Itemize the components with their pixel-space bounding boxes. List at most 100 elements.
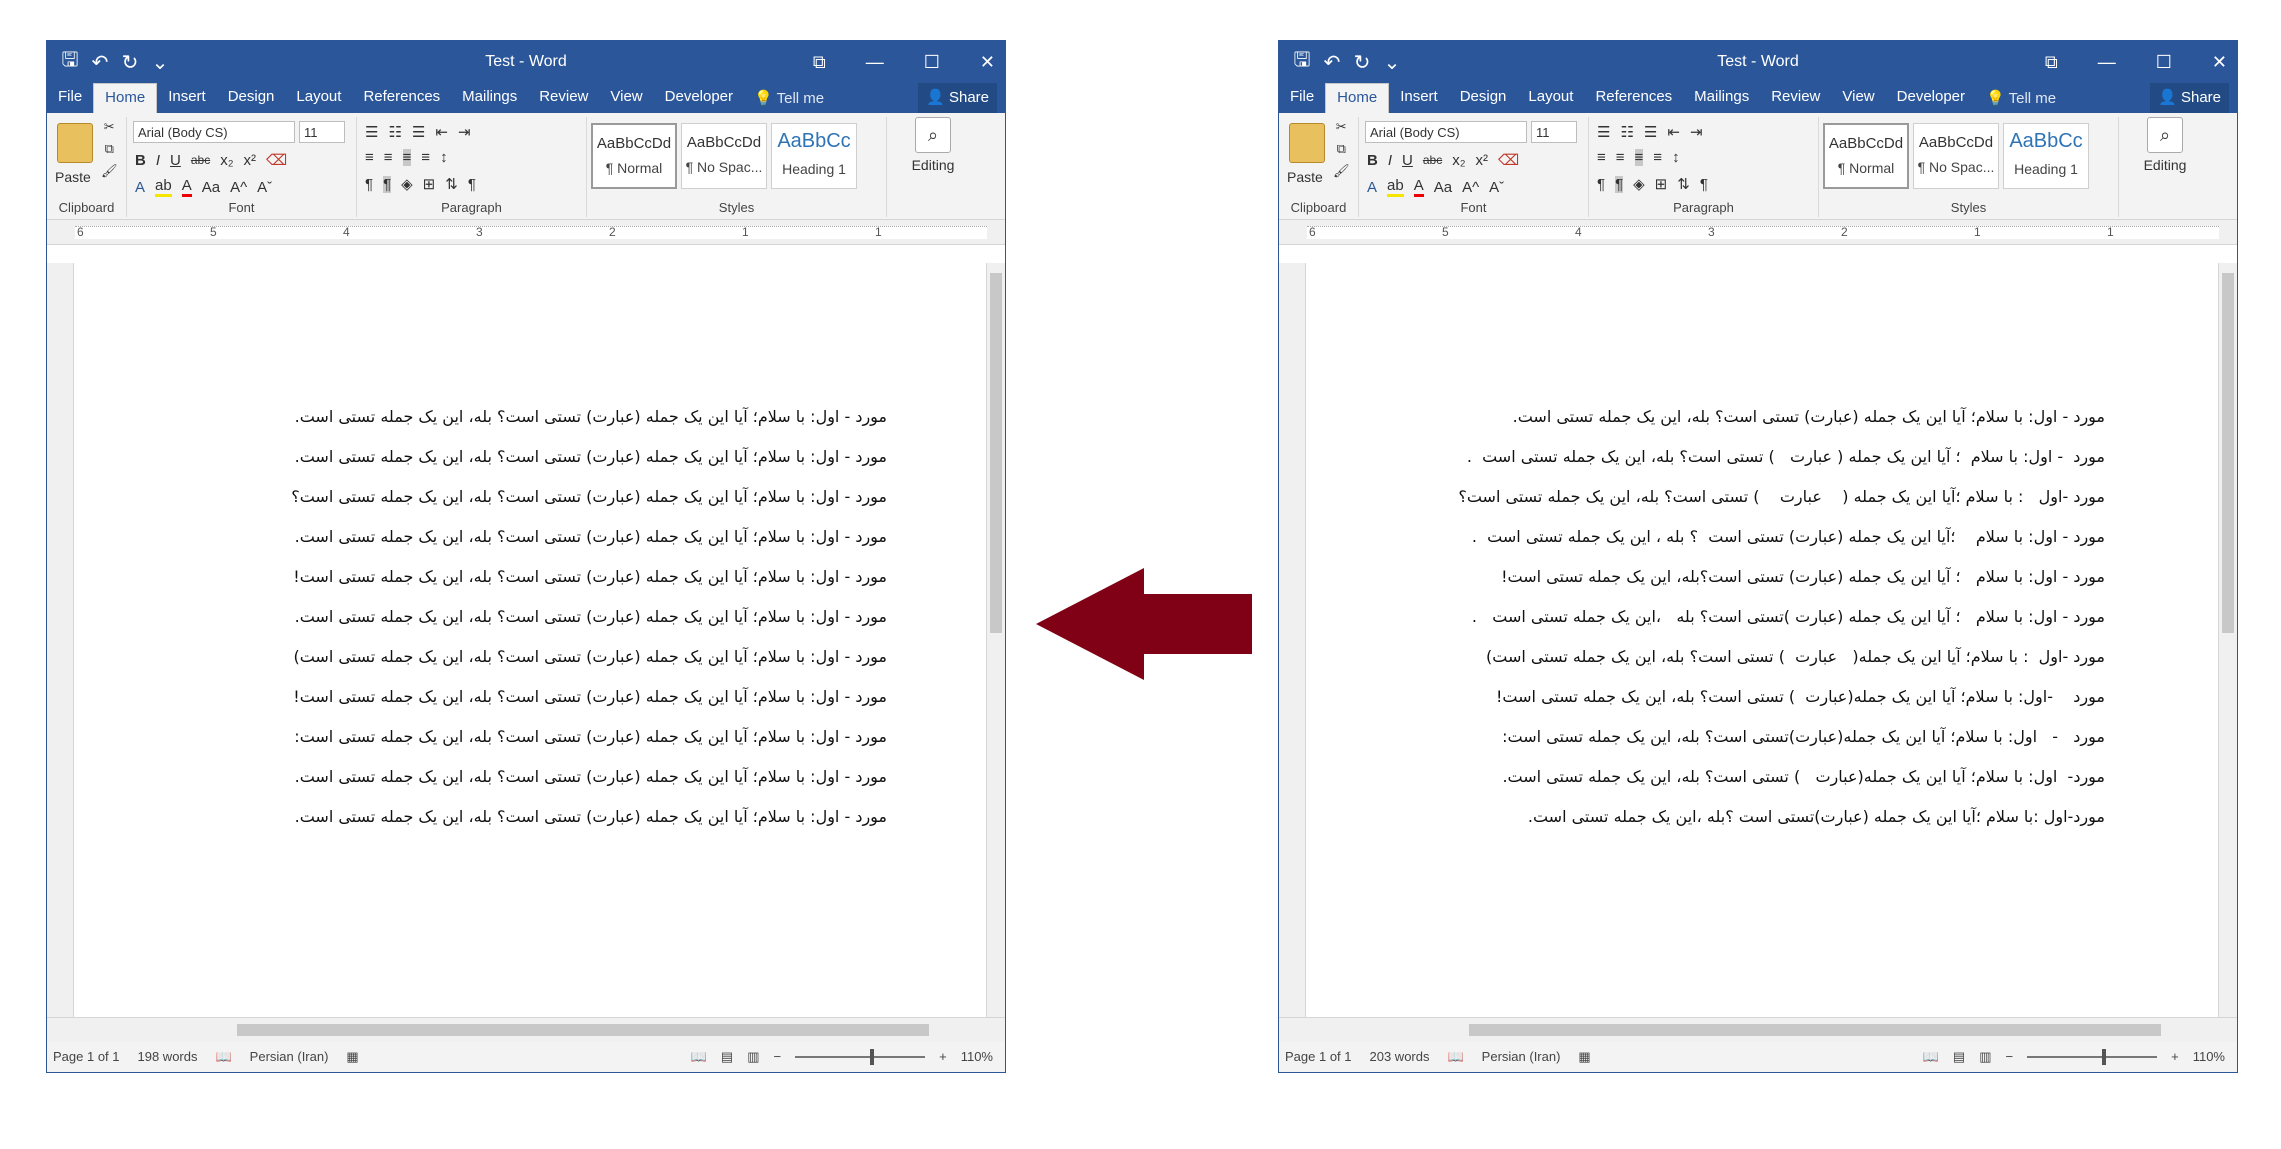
- text-effects-icon[interactable]: A: [135, 179, 145, 196]
- web-layout-icon[interactable]: ▥: [747, 1042, 759, 1072]
- font-size-box[interactable]: 11: [1531, 121, 1577, 143]
- zoom-in-icon[interactable]: +: [2171, 1042, 2179, 1072]
- text-line[interactable]: مورد - اول: با سلام؛ آیا این یک جمله(عبا…: [1458, 717, 2105, 757]
- tab-layout[interactable]: Layout: [285, 83, 352, 113]
- language[interactable]: Persian (Iran): [250, 1042, 329, 1072]
- maximize-icon[interactable]: ☐: [924, 52, 940, 73]
- horizontal-ruler[interactable]: 6 5 4 3 2 1 1: [1279, 220, 2237, 245]
- paste-label[interactable]: Paste: [55, 169, 91, 185]
- scroll-thumb[interactable]: [1469, 1024, 2161, 1036]
- zoom-slider[interactable]: [795, 1049, 926, 1065]
- tab-view[interactable]: View: [1831, 83, 1885, 113]
- ribbon-display-icon[interactable]: ⧉: [2045, 52, 2058, 73]
- document-page[interactable]: مورد - اول: با سلام؛ آیا این یک جمله (عب…: [74, 263, 987, 1018]
- vertical-ruler[interactable]: [1279, 263, 1306, 1018]
- tab-home[interactable]: Home: [1325, 83, 1390, 113]
- tab-references[interactable]: References: [352, 83, 451, 113]
- minimize-icon[interactable]: —: [2098, 52, 2116, 73]
- share-button[interactable]: 👤 Share: [918, 83, 997, 113]
- style-no-spacing[interactable]: AaBbCcDd ¶ No Spac...: [1913, 123, 1999, 189]
- paste-icon[interactable]: [57, 123, 93, 163]
- strikethrough-icon[interactable]: abc: [191, 153, 210, 167]
- subscript-icon[interactable]: x₂: [1452, 152, 1465, 169]
- text-effects-icon[interactable]: A: [1367, 179, 1377, 196]
- proofing-icon[interactable]: 📖: [215, 1042, 231, 1072]
- grow-font-icon[interactable]: A^: [1462, 179, 1479, 196]
- vertical-scrollbar[interactable]: [986, 263, 1005, 1018]
- page-count[interactable]: Page 1 of 1: [1285, 1042, 1352, 1072]
- zoom-out-icon[interactable]: −: [2006, 1042, 2014, 1072]
- text-line[interactable]: مورد -اول : با سلام ؛آیا این یک جمله ( ع…: [1458, 477, 2105, 517]
- subscript-icon[interactable]: x₂: [220, 152, 233, 169]
- highlight-icon[interactable]: ab: [155, 177, 172, 197]
- text-line[interactable]: مورد - اول: با سلام؛ آیا این یک جمله (عب…: [291, 397, 887, 437]
- shading-icon[interactable]: ◈: [401, 175, 413, 193]
- text-line[interactable]: مورد - اول: با سلام؛ آیا این یک جمله (عب…: [291, 757, 887, 797]
- sort-icon[interactable]: ⇅: [1677, 175, 1690, 193]
- line-spacing-icon[interactable]: ↕: [1672, 149, 1680, 166]
- horizontal-scrollbar[interactable]: [1279, 1017, 2237, 1042]
- tab-design[interactable]: Design: [217, 83, 286, 113]
- shrink-font-icon[interactable]: Aˇ: [257, 179, 272, 196]
- align-right-icon[interactable]: ≡: [1634, 149, 1644, 166]
- tell-me-box[interactable]: 💡 Tell me: [1976, 85, 2066, 113]
- text-line[interactable]: مورد - اول: با سلام؛ آیا این یک جمله (عب…: [291, 477, 887, 517]
- zoom-slider-thumb[interactable]: [870, 1049, 875, 1065]
- numbering-icon[interactable]: ☷: [388, 123, 401, 141]
- tab-layout[interactable]: Layout: [1517, 83, 1584, 113]
- underline-icon[interactable]: U: [170, 152, 181, 169]
- word-count[interactable]: 203 words: [1370, 1042, 1430, 1072]
- text-line[interactable]: مورد - اول: با سلام؛ آیا این یک جمله (عب…: [291, 597, 887, 637]
- italic-icon[interactable]: I: [1388, 152, 1392, 169]
- web-layout-icon[interactable]: ▥: [1979, 1042, 1991, 1072]
- text-line[interactable]: مورد - اول: با سلام؛ آیا این یک جمله (عب…: [291, 637, 887, 677]
- shrink-font-icon[interactable]: Aˇ: [1489, 179, 1504, 196]
- italic-icon[interactable]: I: [156, 152, 160, 169]
- ribbon-display-icon[interactable]: ⧉: [813, 52, 826, 73]
- highlight-icon[interactable]: ab: [1387, 177, 1404, 197]
- multilevel-list-icon[interactable]: ☰: [1644, 123, 1657, 141]
- font-name-box[interactable]: Arial (Body CS): [133, 121, 295, 143]
- text-line[interactable]: مورد- اول: با سلام؛ آیا این یک جمله(عبار…: [1458, 757, 2105, 797]
- justify-icon[interactable]: ≡: [1653, 149, 1662, 166]
- zoom-slider-thumb[interactable]: [2102, 1049, 2107, 1065]
- style-heading-1[interactable]: AaBbCc Heading 1: [2003, 123, 2089, 189]
- proofing-icon[interactable]: 📖: [1447, 1042, 1463, 1072]
- horizontal-ruler[interactable]: 6 5 4 3 2 1 1: [47, 220, 1005, 245]
- sort-icon[interactable]: ⇅: [445, 175, 458, 193]
- zoom-level[interactable]: 110%: [961, 1042, 993, 1072]
- bullets-icon[interactable]: ☰: [365, 123, 378, 141]
- line-spacing-icon[interactable]: ↕: [440, 149, 448, 166]
- font-color-icon[interactable]: A: [1413, 177, 1424, 197]
- change-case-icon[interactable]: Aa: [1434, 179, 1452, 196]
- read-mode-icon[interactable]: 📖: [691, 1042, 707, 1072]
- language[interactable]: Persian (Iran): [1482, 1042, 1561, 1072]
- borders-icon[interactable]: ⊞: [1655, 175, 1668, 193]
- numbering-icon[interactable]: ☷: [1620, 123, 1633, 141]
- text-line[interactable]: مورد - اول: با سلام ؛آیا این یک جمله (عب…: [1458, 517, 2105, 557]
- scroll-thumb[interactable]: [990, 273, 1002, 633]
- copy-icon[interactable]: ⧉: [105, 141, 114, 157]
- horizontal-scrollbar[interactable]: [47, 1017, 1005, 1042]
- text-line[interactable]: مورد - اول: با سلام؛ آیا این یک جمله (عب…: [291, 437, 887, 477]
- macro-icon[interactable]: ▦: [346, 1042, 358, 1072]
- increase-indent-icon[interactable]: ⇥: [458, 123, 471, 141]
- text-line[interactable]: مورد -اول : با سلام؛ آیا این یک جمله( عب…: [1458, 637, 2105, 677]
- font-size-box[interactable]: 11: [299, 121, 345, 143]
- clear-format-icon[interactable]: ⌫: [266, 151, 287, 169]
- tab-review[interactable]: Review: [1760, 83, 1831, 113]
- zoom-out-icon[interactable]: −: [774, 1042, 782, 1072]
- font-color-icon[interactable]: A: [181, 177, 192, 197]
- text-line[interactable]: مورد - اول: با سلام؛ آیا این یک جمله (عب…: [291, 517, 887, 557]
- paste-icon[interactable]: [1289, 123, 1325, 163]
- rtl-icon[interactable]: ¶: [1615, 175, 1624, 193]
- strikethrough-icon[interactable]: abc: [1423, 153, 1442, 167]
- decrease-indent-icon[interactable]: ⇤: [435, 123, 448, 141]
- text-line[interactable]: مورد-اول :با سلام ؛آیا این یک جمله (عبار…: [1458, 797, 2105, 837]
- style-normal[interactable]: AaBbCcDd ¶ Normal: [591, 123, 677, 189]
- cut-icon[interactable]: ✂: [104, 119, 115, 135]
- cut-icon[interactable]: ✂: [1336, 119, 1347, 135]
- ltr-icon[interactable]: ¶: [365, 176, 373, 193]
- style-normal[interactable]: AaBbCcDd ¶ Normal: [1823, 123, 1909, 189]
- word-count[interactable]: 198 words: [138, 1042, 198, 1072]
